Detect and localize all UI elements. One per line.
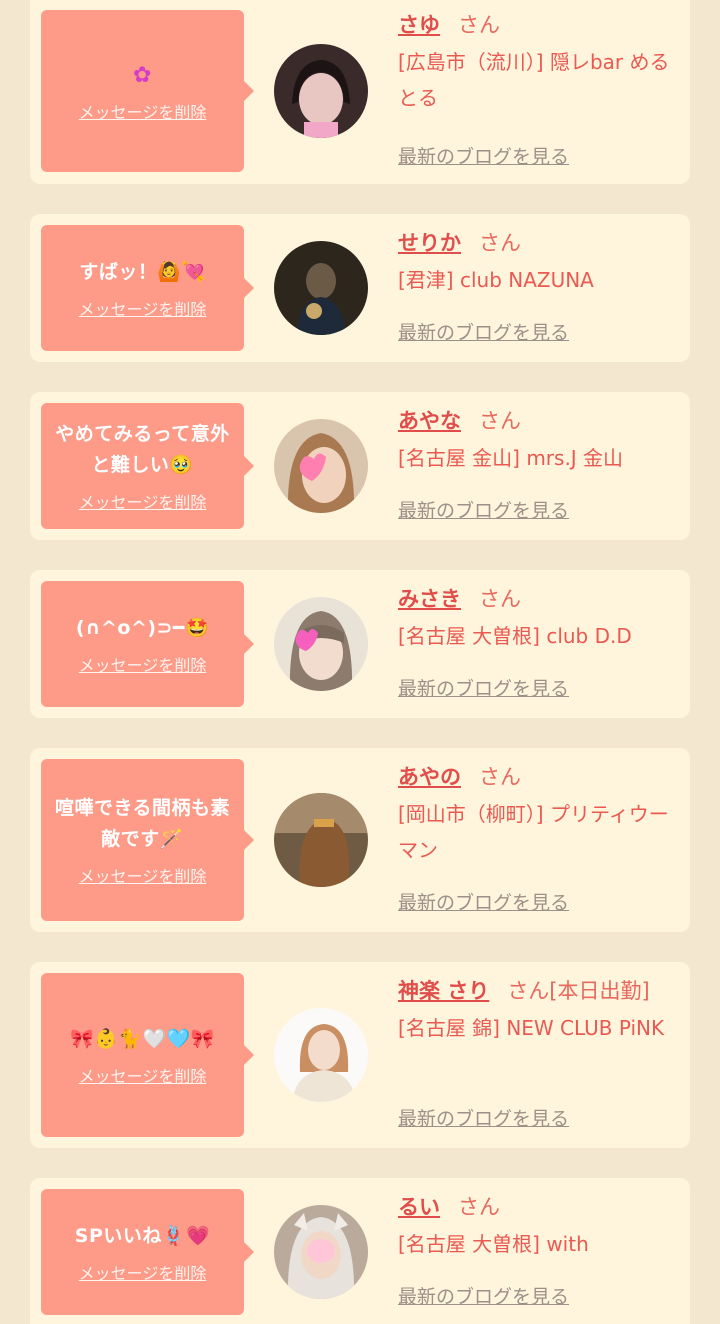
message-card: ✿ メッセージを削除 さゆ さん [広島市（流川）] 隠レbar めるとる 最新の… (30, 0, 690, 184)
user-info: あやな さん [名古屋 金山] mrs.J 金山 (398, 406, 688, 476)
honorific: さん (479, 231, 521, 255)
message-text: (∩^o^)⊃━🤩 (75, 616, 210, 639)
user-info: 神楽 さり さん[本日出勤] [名古屋 錦] NEW CLUB PiNK (398, 976, 688, 1046)
honorific: さん (479, 409, 521, 433)
user-name-link[interactable]: 神楽 さり (398, 979, 489, 1003)
message-text: やめてみるって意外と難しい🥹 (55, 423, 230, 476)
delete-message-link[interactable]: メッセージを削除 (79, 1063, 207, 1087)
shop-label: [名古屋 大曽根] with (398, 1232, 589, 1256)
user-name-link[interactable]: あやの (398, 765, 461, 789)
avatar[interactable] (274, 1205, 368, 1299)
avatar[interactable] (274, 419, 368, 513)
message-text: すばッ！🙆💘 (79, 260, 206, 283)
honorific: さん (458, 13, 500, 37)
delete-message-link[interactable]: メッセージを削除 (79, 296, 207, 320)
user-name-link[interactable]: あやな (398, 409, 461, 433)
avatar[interactable] (274, 241, 368, 335)
avatar[interactable] (274, 44, 368, 138)
message-bubble: すばッ！🙆💘 メッセージを削除 (41, 225, 254, 351)
message-bubble: ✿ メッセージを削除 (41, 10, 254, 172)
user-info: あやの さん [岡山市（柳町）] プリティウーマン (398, 762, 688, 868)
user-name-link[interactable]: せりか (398, 231, 461, 255)
message-card: すばッ！🙆💘 メッセージを削除 せりか さん [君津] club NAZUNA 最… (30, 214, 690, 362)
message-text: 喧嘩できる間柄も素敵です🪄 (54, 797, 231, 850)
user-name-link[interactable]: さゆ (398, 13, 440, 37)
latest-blog-link[interactable]: 最新のブログを見る (398, 142, 569, 169)
shop-label: [岡山市（柳町）] プリティウーマン (398, 802, 669, 862)
latest-blog-link[interactable]: 最新のブログを見る (398, 496, 569, 523)
latest-blog-link[interactable]: 最新のブログを見る (398, 674, 569, 701)
honorific: さん (479, 765, 521, 789)
message-text: SPいいね🪢💗 (74, 1224, 211, 1247)
latest-blog-link[interactable]: 最新のブログを見る (398, 1104, 569, 1131)
message-card: SPいいね🪢💗 メッセージを削除 るい さん [名古屋 大曽根] with 最新の… (30, 1178, 690, 1324)
message-text: ✿ (133, 62, 152, 88)
message-card: 喧嘩できる間柄も素敵です🪄 メッセージを削除 あやの さん [岡山市（柳町）] プ… (30, 748, 690, 932)
shop-label: [君津] club NAZUNA (398, 268, 594, 292)
delete-message-link[interactable]: メッセージを削除 (79, 489, 207, 513)
delete-message-link[interactable]: メッセージを削除 (79, 99, 207, 123)
honorific: さん (458, 1195, 500, 1219)
message-bubble: SPいいね🪢💗 メッセージを削除 (41, 1189, 254, 1315)
message-bubble: (∩^o^)⊃━🤩 メッセージを削除 (41, 581, 254, 707)
user-name-link[interactable]: るい (398, 1195, 440, 1219)
delete-message-link[interactable]: メッセージを削除 (79, 863, 207, 887)
delete-message-link[interactable]: メッセージを削除 (79, 652, 207, 676)
user-info: みさき さん [名古屋 大曽根] club D.D (398, 584, 688, 654)
user-info: せりか さん [君津] club NAZUNA (398, 228, 688, 298)
message-bubble: やめてみるって意外と難しい🥹 メッセージを削除 (41, 403, 254, 529)
latest-blog-link[interactable]: 最新のブログを見る (398, 1282, 569, 1309)
user-info: さゆ さん [広島市（流川）] 隠レbar めるとる (398, 10, 688, 116)
honorific: さん (479, 587, 521, 611)
message-card: (∩^o^)⊃━🤩 メッセージを削除 みさき さん [名古屋 大曽根] club … (30, 570, 690, 718)
shop-label: [名古屋 金山] mrs.J 金山 (398, 446, 624, 470)
message-bubble: 喧嘩できる間柄も素敵です🪄 メッセージを削除 (41, 759, 254, 921)
message-card: やめてみるって意外と難しい🥹 メッセージを削除 あやな さん [名古屋 金山] m… (30, 392, 690, 540)
shop-label: [名古屋 錦] NEW CLUB PiNK (398, 1016, 665, 1040)
shop-label: [名古屋 大曽根] club D.D (398, 624, 632, 648)
latest-blog-link[interactable]: 最新のブログを見る (398, 888, 569, 915)
latest-blog-link[interactable]: 最新のブログを見る (398, 318, 569, 345)
message-card: 🎀👶🐈🤍🩵🎀 メッセージを削除 神楽 さり さん[本日出勤] [名古屋 錦] NE… (30, 962, 690, 1148)
avatar[interactable] (274, 1008, 368, 1102)
user-name-link[interactable]: みさき (398, 587, 461, 611)
avatar[interactable] (274, 793, 368, 887)
message-text: 🎀👶🐈🤍🩵🎀 (70, 1027, 215, 1050)
message-bubble: 🎀👶🐈🤍🩵🎀 メッセージを削除 (41, 973, 254, 1137)
honorific: さん[本日出勤] (507, 979, 650, 1003)
shop-label: [広島市（流川）] 隠レbar めるとる (398, 50, 670, 110)
user-info: るい さん [名古屋 大曽根] with (398, 1192, 688, 1262)
delete-message-link[interactable]: メッセージを削除 (79, 1260, 207, 1284)
avatar[interactable] (274, 597, 368, 691)
